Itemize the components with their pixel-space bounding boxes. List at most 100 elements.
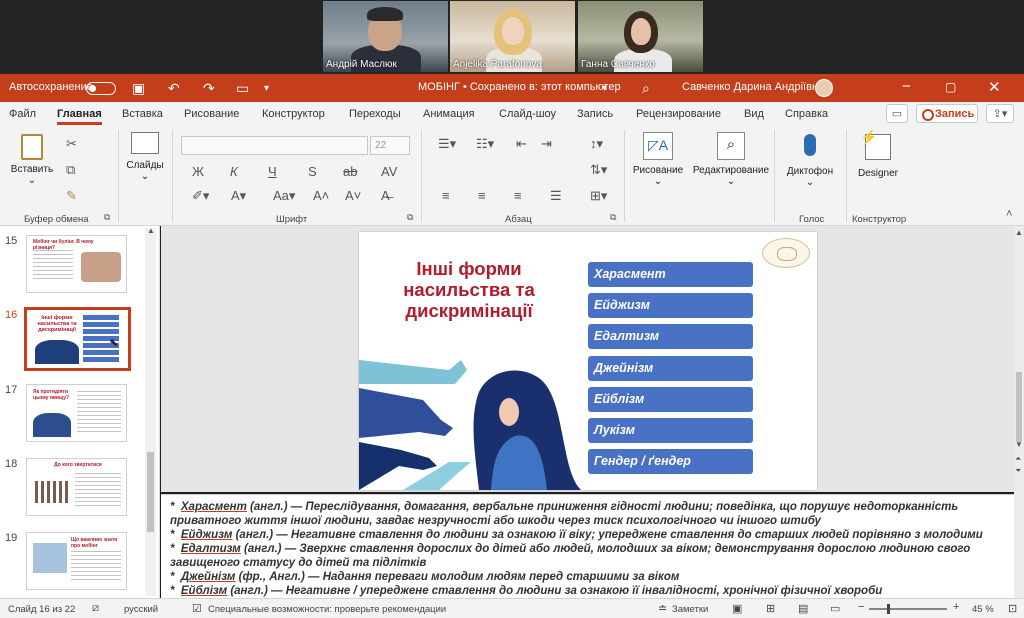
save-icon[interactable]: ▣ [132,80,145,97]
cut-icon[interactable]: ✂ [66,136,77,152]
user-avatar[interactable] [815,79,833,97]
zoom-in-icon[interactable]: + [953,601,959,613]
video-tile-1[interactable]: Андрій Маслюк [323,1,448,72]
document-title[interactable]: МОБІНГ • Сохранено в: этот компьютер [418,81,621,93]
dictate-button[interactable]: Диктофон ⌄ [784,134,836,188]
line-spacing-icon[interactable]: ↕▾ [590,136,603,152]
search-icon[interactable]: ⌕ [642,80,650,97]
paste-button[interactable]: Вставить ⌄ [10,134,54,186]
undo-icon[interactable]: ↶ [168,80,180,97]
title-chevron-icon[interactable]: ▾ [602,83,607,94]
current-slide[interactable]: Інші форми насильства та дискримінації Х… [359,232,817,490]
strikethrough-icon[interactable]: ab [343,164,357,179]
highlight-icon[interactable]: ✐▾ [192,188,209,204]
term-jeunism[interactable]: Джейнізм [588,356,753,381]
bold-icon[interactable]: Ж [192,164,204,179]
tab-help[interactable]: Справка [785,108,828,120]
reading-view-icon[interactable]: ▤ [798,602,808,615]
slide-thumbnail-17[interactable]: Як протидіяти цьому явищу? [26,384,127,442]
language-indicator[interactable]: русский [124,604,158,615]
term-adultism[interactable]: Едалтизм [588,324,753,349]
increase-font-icon[interactable]: A˄ [313,188,329,203]
share-icon[interactable]: ⇪▾ [986,104,1014,123]
accessibility-icon[interactable]: ☑ [192,602,202,615]
zoom-out-icon[interactable]: − [858,601,864,613]
speaker-notes[interactable]: * Харасмент (англ.) — Переслідування, до… [161,494,1014,598]
underline-icon[interactable]: Ч [268,164,277,179]
video-tile-3[interactable]: Ганна Савченко [578,1,703,72]
designer-button[interactable]: ⚡ Designer [854,129,902,179]
tab-animations[interactable]: Анимация [423,108,475,120]
slide-sorter-icon[interactable]: ⊞ [766,602,775,615]
shadow-icon[interactable]: S [308,164,317,179]
zoom-level[interactable]: 45 % [972,604,994,615]
minimize-icon[interactable]: − [902,78,911,95]
redo-icon[interactable]: ↷ [203,80,215,97]
fit-slide-icon[interactable]: ⊡ [1008,602,1017,615]
slideshow-view-icon[interactable]: ▭ [830,602,840,615]
justify-icon[interactable]: ☰ [550,188,562,204]
video-tile-2[interactable]: Anjelika Parafonova [450,1,575,72]
slides-button[interactable]: Слайды ⌄ [124,132,166,182]
slide-title[interactable]: Інші форми насильства та дискримінації [389,258,549,321]
clear-format-icon[interactable]: A̶ [381,188,390,203]
notes-icon[interactable]: ≐ [658,602,667,615]
slide-thumbnail-19[interactable]: Що важливо знати про мобінг [26,532,127,590]
text-direction-icon[interactable]: ⇅▾ [590,162,607,178]
scroll-up-icon[interactable]: ▲ [147,226,155,235]
tab-design[interactable]: Конструктор [262,108,325,120]
spacing-icon[interactable]: AV [381,164,397,179]
format-painter-icon[interactable]: ✎ [66,188,77,204]
customize-chevron-icon[interactable]: ▾ [264,83,269,94]
tab-review[interactable]: Рецензирование [636,108,721,120]
normal-view-icon[interactable]: ▣ [732,602,742,615]
scroll-up-icon[interactable]: ▲ [1015,228,1023,237]
term-gender[interactable]: Гендер / ґендер [588,449,753,474]
copy-icon[interactable]: ⧉ [66,162,75,178]
tab-transitions[interactable]: Переходы [349,108,401,120]
font-color-icon[interactable]: A▾ [231,188,246,204]
term-lookism[interactable]: Лукізм [588,418,753,443]
autosave-toggle[interactable] [86,82,116,95]
next-slide-icon[interactable]: ⏷ [1015,466,1021,476]
dialog-launcher-icon[interactable]: ⧉ [407,212,413,223]
font-name-input[interactable] [181,136,368,155]
numbering-icon[interactable]: ☷▾ [476,136,494,152]
slide-thumbnail-18[interactable]: До кого звертатися [26,458,127,516]
tab-file[interactable]: Файл [9,108,36,120]
increase-indent-icon[interactable]: ⇥ [541,136,552,152]
tab-insert[interactable]: Вставка [122,108,163,120]
spellcheck-icon[interactable]: ⧄ [92,602,99,615]
italic-icon[interactable]: К [230,164,238,179]
scrollbar-thumb[interactable] [147,452,154,532]
change-case-icon[interactable]: Aa▾ [273,188,295,204]
slideshow-icon[interactable]: ▭ [236,80,249,97]
editing-button[interactable]: ⌕ Редактирование ⌄ [692,132,770,187]
font-size-input[interactable]: 22 [370,136,410,155]
tab-home[interactable]: Главная [57,108,102,125]
slide-thumbnail-16[interactable]: Інші форми насильства та дискримінації ⬉ [24,307,131,371]
record-button[interactable]: Запись [916,104,978,123]
notes-toggle[interactable]: Заметки [672,604,708,615]
bullets-icon[interactable]: ☰▾ [438,136,456,152]
zoom-slider[interactable] [869,604,947,614]
align-left-icon[interactable]: ≡ [442,188,450,203]
drawing-button[interactable]: ◸A Рисование ⌄ [630,132,686,187]
align-right-icon[interactable]: ≡ [514,188,522,203]
decrease-font-icon[interactable]: A˅ [345,188,361,203]
slide-thumbnail-15[interactable]: Мобінг чи булінг. В чому різниця? [26,235,127,293]
smartart-icon[interactable]: ⊞▾ [590,188,607,204]
maximize-icon[interactable]: ▢ [945,80,956,94]
scrollbar-thumb[interactable] [1016,372,1022,442]
term-harassment[interactable]: Харасмент [588,262,753,287]
tab-view[interactable]: Вид [744,108,764,120]
term-ageism[interactable]: Ейджизм [588,293,753,318]
editor-scrollbar[interactable]: ▲ ▼ ⏶ ⏷ [1014,226,1024,598]
decrease-indent-icon[interactable]: ⇤ [516,136,527,152]
thumbnails-scrollbar[interactable]: ▲ [145,226,156,596]
term-ableism[interactable]: Ейблізм [588,387,753,412]
accessibility-status[interactable]: Специальные возможности: проверьте реком… [208,604,446,615]
dialog-launcher-icon[interactable]: ⧉ [104,212,110,223]
align-center-icon[interactable]: ≡ [478,188,486,203]
tab-record[interactable]: Запись [577,108,613,120]
